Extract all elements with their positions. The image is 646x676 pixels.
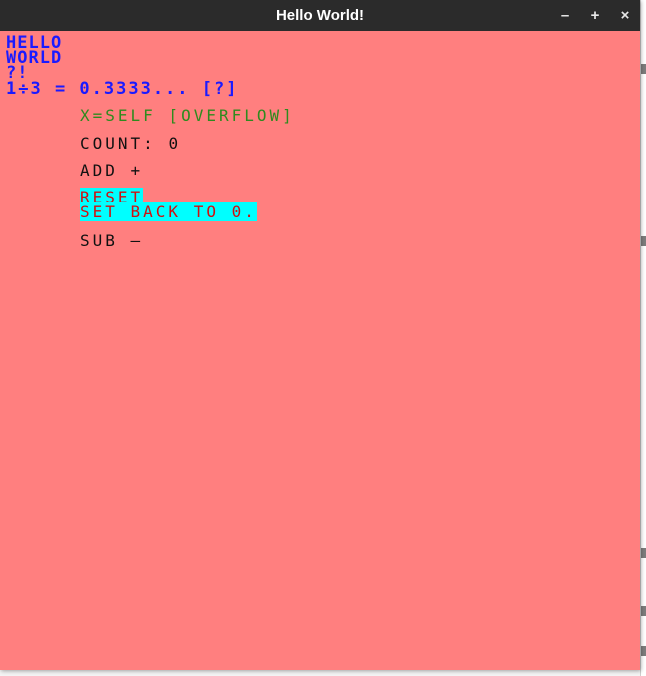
minimize-button[interactable]: – [555,0,575,31]
background-fragment [641,236,646,246]
count-value: 0 [168,134,182,153]
add-button[interactable]: ADD + [80,162,143,180]
self-overflow-text: x=SELF [OVERFLOW] [80,106,295,125]
title-bar[interactable]: Hello World! – + × [0,0,640,31]
hello-heading: HELLO WORLD ?! [6,35,62,82]
app-canvas: HELLO WORLD ?! 1÷3 = 0.3333... [?] x=SEL… [0,31,640,670]
count-display: COUNT: 0 [80,135,181,153]
background-fragment [641,606,646,616]
sub-button[interactable]: SUB – [80,232,143,250]
maximize-button[interactable]: + [585,0,605,31]
app-window: Hello World! – + × HELLO WORLD ?! 1÷3 = … [0,0,640,670]
background-fragment [641,548,646,558]
close-button[interactable]: × [615,0,635,31]
background-window-edge [640,0,646,676]
window-title: Hello World! [275,7,365,24]
background-fragment [641,64,646,74]
reset-button[interactable]: RESET SET BACK TO 0. [80,188,257,221]
ratio-text: 1÷3 = 0.3333... [?] [6,79,239,99]
reset-description: SET BACK TO 0. [80,202,257,221]
background-fragment [641,646,646,656]
count-label: COUNT: [80,134,156,153]
